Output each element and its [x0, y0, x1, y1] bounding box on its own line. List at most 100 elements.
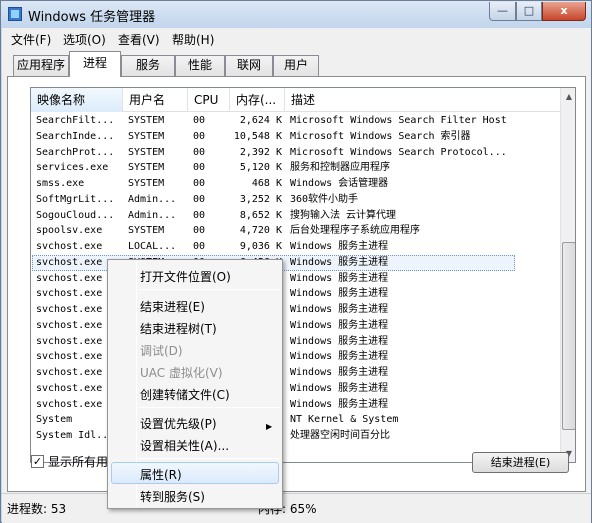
cell-image-name: SogouCloud...	[36, 209, 115, 221]
cell-image-name: spoolsv.exe	[36, 225, 103, 237]
table-row[interactable]: smss.exe SYSTEM 00 468 K Windows 会话管理器	[31, 176, 561, 192]
cell-image-name: svchost.exe	[36, 241, 103, 252]
cell-cpu: 00	[193, 209, 206, 221]
cell-image-name: SearchFilt...	[36, 115, 115, 126]
menu-help[interactable]: 帮助(H)	[172, 31, 214, 48]
cell-description: Windows 服务主进程	[290, 241, 389, 252]
scroll-thumb[interactable]	[562, 242, 575, 430]
menu-set-affinity[interactable]: 设置相关性(A)...	[140, 437, 229, 454]
show-all-users-checkbox[interactable]: ✓	[31, 455, 44, 468]
cell-image-name: SoftMgrLit...	[36, 193, 115, 205]
menu-set-priority[interactable]: 设置优先级(P)	[140, 415, 217, 432]
cell-user-name: SYSTEM	[128, 162, 165, 174]
client-area: 应用程序 进程 服务 性能 联网 用户 映像名称 用户名 CPU 内存(... …	[2, 49, 591, 493]
cell-description: 服务和控制器应用程序	[290, 162, 390, 174]
cell-description: Microsoft Windows Search Filter Host	[290, 115, 507, 126]
cell-description: Windows 服务主进程	[290, 304, 389, 315]
cell-description: Microsoft Windows Search Protocol...	[290, 146, 507, 158]
cell-user-name: SYSTEM	[128, 225, 165, 237]
window-title: Windows 任务管理器	[28, 10, 156, 25]
context-menu: 打开文件位置(O) 结束进程(E) 结束进程树(T) 调试(D) UAC 虚拟化…	[107, 259, 283, 509]
cell-description: NT Kernel & System	[290, 414, 399, 426]
menu-open-file-location[interactable]: 打开文件位置(O)	[140, 268, 231, 285]
cell-cpu: 00	[193, 193, 206, 205]
tab-performance[interactable]: 性能	[175, 55, 225, 76]
cell-memory: 2,624 K	[239, 115, 282, 126]
cell-description: 搜狗输入法 云计算代理	[290, 209, 397, 221]
table-row[interactable]: SoftMgrLit... Admin... 00 3,252 K 360软件小助手	[31, 192, 561, 208]
tab-applications[interactable]: 应用程序	[13, 55, 69, 76]
menu-create-dump[interactable]: 创建转储文件(C)	[140, 386, 230, 403]
vertical-scrollbar[interactable]: ▲ ▼	[560, 88, 575, 462]
cell-memory: 2,392 K	[239, 146, 282, 158]
tab-networking[interactable]: 联网	[225, 55, 273, 76]
menu-file[interactable]: 文件(F)	[11, 31, 51, 48]
processes-panel: 映像名称 用户名 CPU 内存(... 描述 SearchFilt... SYST…	[7, 76, 586, 492]
menu-go-to-service[interactable]: 转到服务(S)	[140, 488, 205, 505]
table-row[interactable]: SearchProt... SYSTEM 00 2,392 K Microsoft Wi…	[31, 145, 561, 161]
cell-description: 处理器空闲时间百分比	[290, 430, 390, 441]
table-row[interactable]: spoolsv.exe SYSTEM 00 4,720 K 后台处理程序子系统应用程序	[31, 223, 561, 239]
cell-description: Windows 服务主进程	[290, 398, 389, 410]
cell-image-name: SearchProt...	[36, 146, 115, 158]
cell-memory: 10,548 K	[233, 130, 282, 142]
cell-user-name: Admin...	[128, 209, 177, 221]
cell-memory: 468 K	[251, 178, 282, 189]
cell-description: Microsoft Windows Search 索引器	[290, 130, 471, 142]
menu-separator	[138, 407, 280, 408]
table-row[interactable]: SogouCloud... Admin... 00 8,652 K 搜狗输入法 云计算代…	[31, 208, 561, 224]
menu-options[interactable]: 选项(O)	[63, 31, 106, 48]
cell-memory: 4,720 K	[239, 225, 282, 237]
table-row[interactable]: SearchFilt... SYSTEM 00 2,624 K Microsoft Wi…	[31, 113, 561, 129]
column-cpu[interactable]: CPU	[188, 88, 230, 112]
cell-cpu: 00	[193, 241, 206, 252]
cell-user-name: SYSTEM	[128, 115, 165, 126]
cell-user-name: Admin...	[128, 193, 177, 205]
scroll-up-icon[interactable]: ▲	[561, 88, 575, 105]
task-manager-icon	[8, 7, 22, 21]
close-button[interactable]: x	[542, 2, 586, 21]
cell-description: 后台处理程序子系统应用程序	[290, 225, 420, 237]
cell-user-name: SYSTEM	[128, 178, 165, 189]
cell-user-name: LOCAL...	[128, 241, 177, 252]
cell-description: Windows 服务主进程	[290, 335, 389, 347]
tab-services[interactable]: 服务	[121, 55, 175, 76]
list-header: 映像名称 用户名 CPU 内存(... 描述	[31, 88, 561, 112]
menu-debug[interactable]: 调试(D)	[140, 342, 183, 359]
cell-image-name: SearchInde...	[36, 130, 115, 142]
table-row[interactable]: svchost.exe LOCAL... 00 9,036 K Windows 服务主进…	[31, 239, 561, 255]
cell-description: Windows 服务主进程	[290, 367, 389, 378]
cell-description: Windows 服务主进程	[290, 272, 389, 284]
table-row[interactable]: services.exe SYSTEM 00 5,120 K 服务和控制器应用程序	[31, 160, 561, 176]
menu-end-process-tree[interactable]: 结束进程树(T)	[140, 320, 217, 337]
column-user-name[interactable]: 用户名	[123, 88, 188, 112]
column-image-name[interactable]: 映像名称	[31, 88, 123, 112]
cell-memory: 3,252 K	[239, 193, 282, 205]
show-all-users-label: 显示所有用	[48, 455, 109, 469]
cell-memory: 8,652 K	[239, 209, 282, 221]
menu-uac-virtualization[interactable]: UAC 虚拟化(V)	[140, 364, 223, 381]
menu-view[interactable]: 查看(V)	[118, 31, 160, 48]
cell-image-name: smss.exe	[36, 178, 85, 189]
title-bar[interactable]: Windows 任务管理器 — □ x	[1, 1, 591, 28]
minimize-button[interactable]: —	[489, 2, 516, 21]
table-row[interactable]: SearchInde... SYSTEM 00 10,548 K Microsoft W…	[31, 129, 561, 145]
cell-description: Windows 服务主进程	[290, 351, 389, 363]
maximize-button[interactable]: □	[516, 2, 542, 21]
menu-properties[interactable]: 属性(R)	[140, 466, 182, 483]
column-description[interactable]: 描述	[285, 88, 561, 112]
cell-cpu: 00	[193, 146, 206, 158]
column-memory[interactable]: 内存(...	[230, 88, 285, 112]
cell-image-name: services.exe	[36, 162, 109, 174]
tab-processes[interactable]: 进程	[69, 51, 121, 77]
menu-highlight	[111, 462, 279, 484]
cell-cpu: 00	[193, 162, 206, 174]
cell-description: 360软件小助手	[290, 193, 359, 205]
end-process-button[interactable]: 结束进程(E)	[472, 452, 569, 473]
tab-users[interactable]: 用户	[273, 55, 319, 76]
cell-cpu: 00	[193, 130, 206, 142]
menu-separator	[138, 289, 280, 290]
menu-end-process[interactable]: 结束进程(E)	[140, 298, 205, 315]
cell-cpu: 00	[193, 225, 206, 237]
menu-separator	[138, 458, 280, 459]
